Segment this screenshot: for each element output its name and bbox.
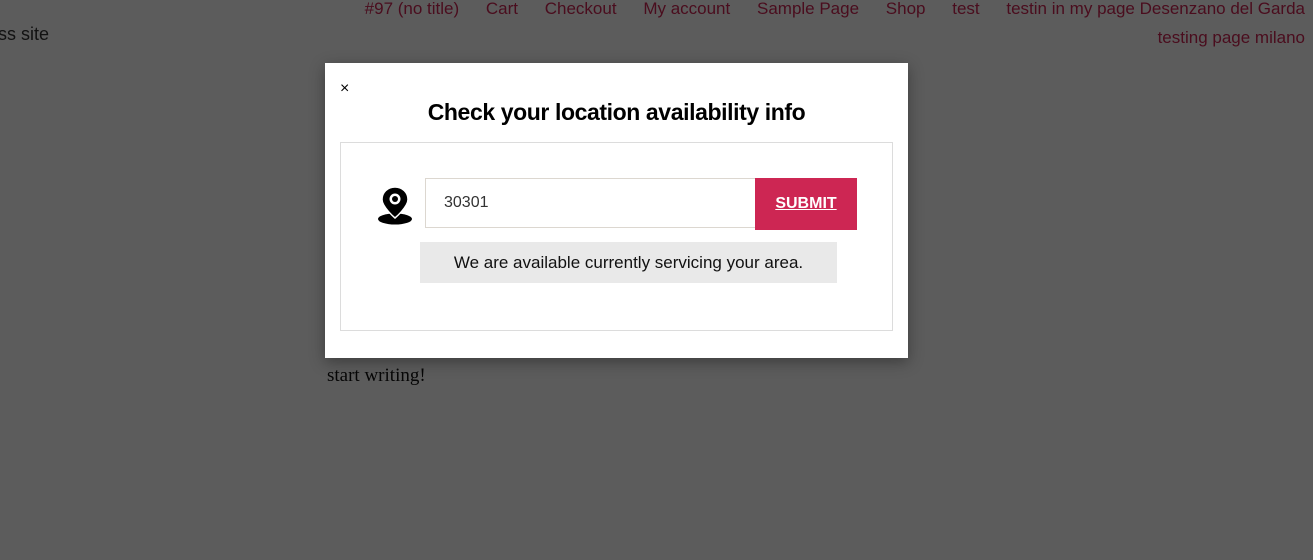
close-button[interactable]: × bbox=[340, 79, 349, 99]
location-modal: × Check your location availability info … bbox=[325, 63, 908, 358]
availability-status-message: We are available currently servicing you… bbox=[420, 242, 837, 283]
map-pin-icon bbox=[378, 186, 412, 225]
zip-check-form: SUBMIT We are available currently servic… bbox=[340, 142, 893, 331]
zip-code-input[interactable] bbox=[425, 178, 755, 228]
submit-button[interactable]: SUBMIT bbox=[755, 178, 857, 230]
modal-title: Check your location availability info bbox=[427, 99, 806, 125]
